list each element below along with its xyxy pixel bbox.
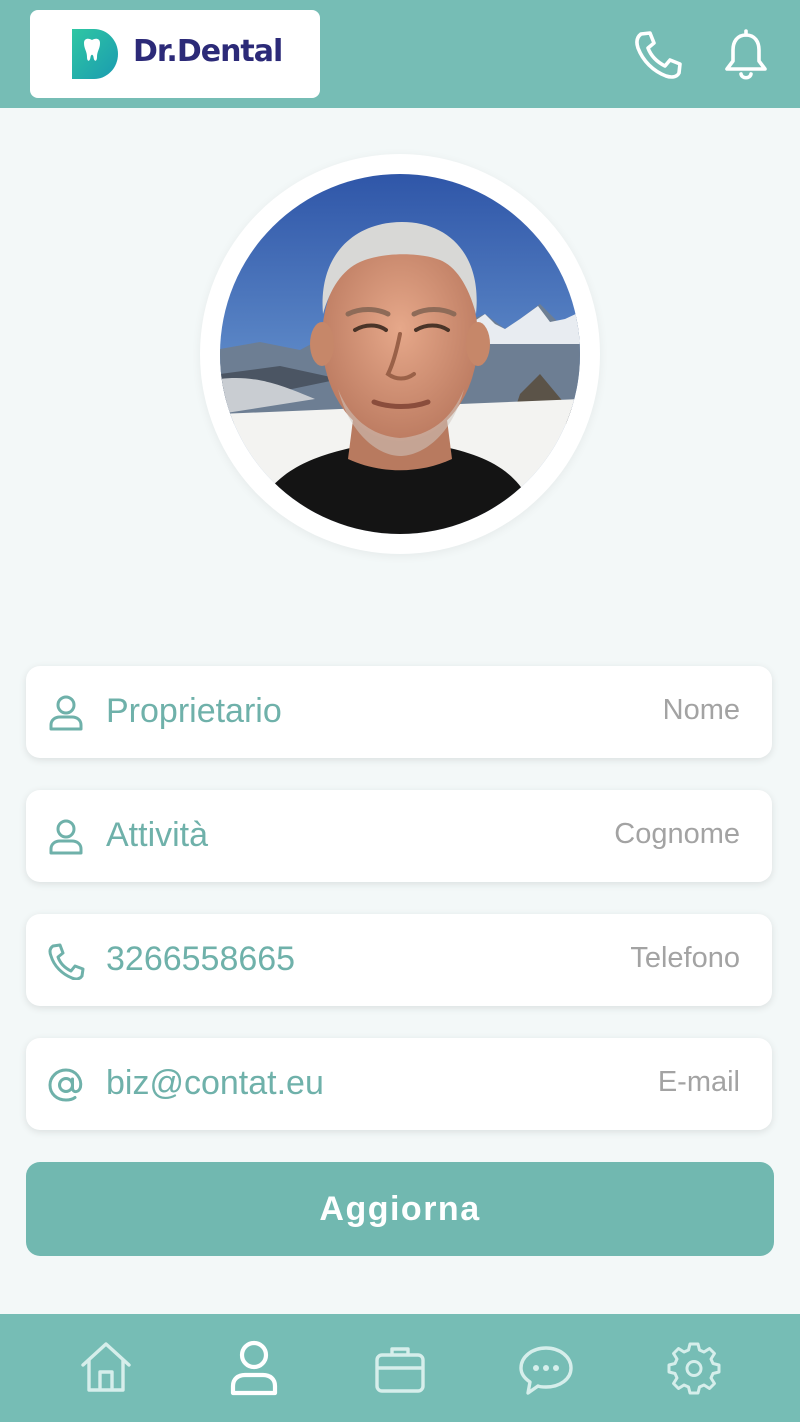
- email-label: E-mail: [657, 1066, 740, 1098]
- avatar[interactable]: [220, 174, 580, 534]
- email-value[interactable]: biz@contat.eu: [106, 1064, 324, 1103]
- home-icon: [81, 1342, 131, 1392]
- user-icon: [230, 1340, 278, 1396]
- top-header: Dr.Dental: [0, 0, 800, 108]
- nav-work[interactable]: [370, 1338, 430, 1398]
- logo-text: Dr.Dental: [133, 34, 283, 69]
- tooth-logo-icon: [72, 29, 118, 79]
- email-field[interactable]: biz@contat.eu E-mail: [26, 1038, 772, 1130]
- surname-field[interactable]: Attività Cognome: [26, 790, 772, 882]
- profile-photo: [220, 174, 580, 534]
- name-field[interactable]: Proprietario Nome: [26, 666, 772, 758]
- phone-field[interactable]: 3266558665 Telefono: [26, 914, 772, 1006]
- phone-icon: [48, 943, 85, 980]
- user-icon: [49, 819, 83, 855]
- phone-value[interactable]: 3266558665: [106, 940, 295, 979]
- nav-chat[interactable]: [516, 1338, 576, 1398]
- user-icon: [49, 695, 83, 731]
- at-icon: [48, 1068, 83, 1102]
- nav-settings[interactable]: [664, 1338, 724, 1398]
- chat-icon: [519, 1346, 573, 1395]
- phone-icon[interactable]: [632, 28, 684, 82]
- name-label: Nome: [662, 694, 740, 726]
- bottom-nav: [0, 1314, 800, 1422]
- surname-value[interactable]: Attività: [106, 816, 208, 855]
- update-button[interactable]: Aggiorna: [26, 1162, 774, 1256]
- briefcase-icon: [375, 1347, 425, 1393]
- brand-logo[interactable]: Dr.Dental: [30, 10, 320, 98]
- nav-profile[interactable]: [224, 1338, 284, 1398]
- avatar-frame[interactable]: [200, 154, 600, 554]
- nav-home[interactable]: [76, 1338, 136, 1398]
- phone-label: Telefono: [630, 942, 740, 974]
- name-value[interactable]: Proprietario: [106, 692, 282, 731]
- surname-label: Cognome: [614, 818, 740, 850]
- gear-icon: [667, 1342, 721, 1395]
- bell-icon[interactable]: [720, 28, 772, 82]
